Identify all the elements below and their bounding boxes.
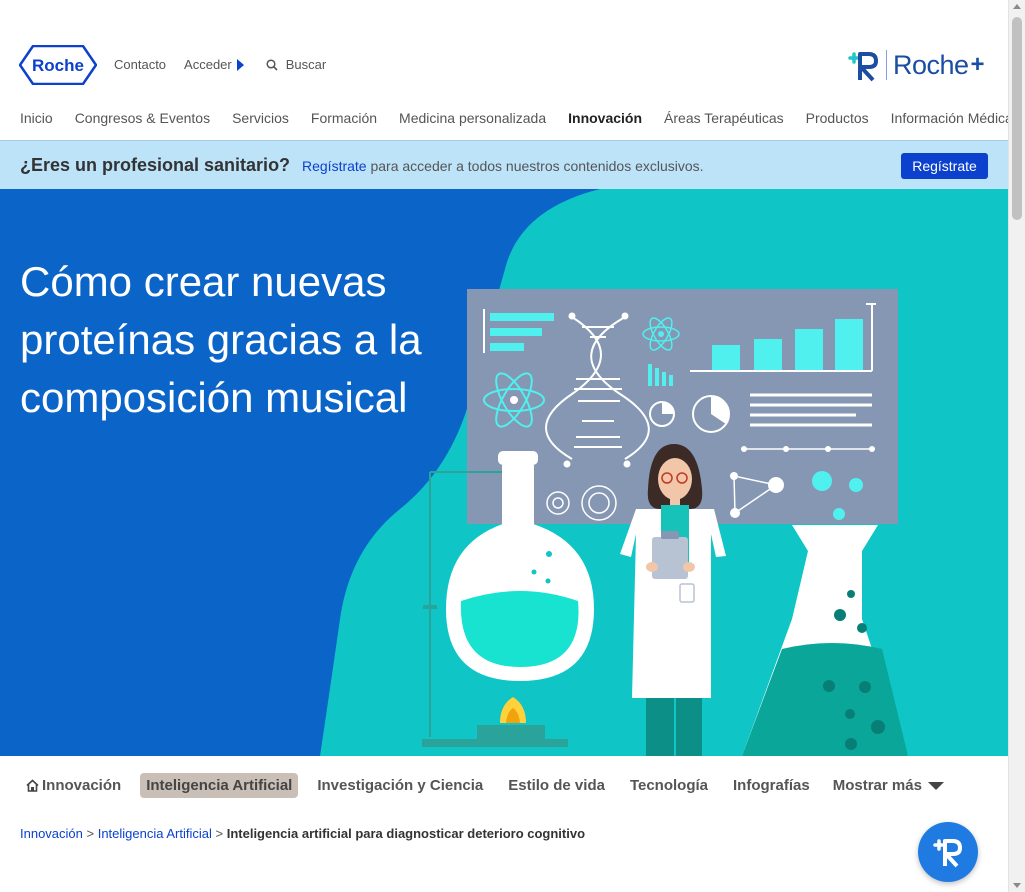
main-nav: Inicio Congresos & Eventos Servicios For… [20, 110, 1025, 126]
breadcrumb-current: Inteligencia artificial para diagnostica… [226, 826, 586, 841]
breadcrumb-separator: > [82, 826, 98, 841]
search-label: Buscar [285, 57, 327, 72]
nav-item-informacion-medica[interactable]: Información Médica [891, 110, 1013, 126]
nav-item-servicios[interactable]: Servicios [232, 110, 289, 126]
breadcrumb-inteligencia-artificial[interactable]: Inteligencia Artificial [98, 826, 212, 841]
register-link[interactable]: Regístrate [302, 158, 367, 174]
home-icon [26, 779, 39, 792]
acceder-label: Acceder [184, 57, 232, 72]
search-link[interactable]: Buscar [266, 57, 326, 72]
roche-plus-icon [933, 839, 962, 868]
roche-plus-icon [848, 52, 878, 82]
search-icon [266, 58, 278, 71]
scrollbar-thumb[interactable] [1012, 17, 1022, 220]
pro-message: Regístrate para acceder a todos nuestros… [302, 158, 704, 174]
roche-plus-floating-button[interactable] [918, 822, 978, 882]
roche-plus-plus: + [970, 51, 985, 78]
professional-banner: ¿Eres un profesional sanitario? Regístra… [0, 140, 1008, 189]
scroll-down-arrow-icon[interactable] [1013, 883, 1021, 888]
breadcrumb-innovacion[interactable]: Innovación [20, 826, 83, 841]
cutoff-text-line [120, 886, 370, 892]
hero-banner: Cómo crear nuevas proteínas gracias a la… [0, 189, 1008, 756]
nav-item-congresos[interactable]: Congresos & Eventos [75, 110, 210, 126]
top-links: Contacto Acceder Buscar [114, 57, 326, 72]
tab-investigacion-ciencia[interactable]: Investigación y Ciencia [311, 773, 489, 798]
nav-item-areas-terapeuticas[interactable]: Áreas Terapéuticas [664, 110, 784, 126]
roche-logo[interactable]: Roche [19, 45, 97, 85]
logo-divider [886, 50, 887, 80]
tab-estilo-de-vida[interactable]: Estilo de vida [502, 773, 611, 798]
tab-innovacion[interactable]: Innovación [20, 773, 127, 798]
show-more-label: Mostrar más [832, 777, 922, 794]
caret-right-icon [236, 58, 244, 71]
show-more-button[interactable]: Mostrar más [833, 777, 944, 794]
vertical-scrollbar[interactable] [1008, 0, 1025, 892]
nav-item-innovacion[interactable]: Innovación [568, 110, 642, 126]
breadcrumb-separator: > [211, 826, 227, 841]
contacto-link[interactable]: Contacto [114, 57, 166, 72]
acceder-link[interactable]: Acceder [184, 57, 244, 72]
roche-plus-logo[interactable]: Roche + [846, 48, 985, 82]
pro-message-text: para acceder a todos nuestros contenidos… [366, 158, 704, 174]
chevron-down-icon [927, 781, 944, 790]
hero-title: Cómo crear nuevas proteínas gracias a la… [20, 258, 422, 421]
nav-item-formacion[interactable]: Formación [311, 110, 377, 126]
roche-plus-name: Roche [893, 49, 969, 80]
tab-infografias[interactable]: Infografías [727, 773, 816, 798]
nav-item-productos[interactable]: Productos [806, 110, 869, 126]
tab-innovacion-label: Innovación [42, 777, 122, 794]
category-tabs: Innovación Inteligencia Artificial Inves… [20, 773, 944, 798]
register-button[interactable]: Regístrate [901, 153, 988, 179]
site-header: Roche Contacto Acceder Buscar Roche + In… [0, 0, 1013, 140]
breadcrumb: Innovación > Inteligencia Artificial > I… [20, 826, 585, 841]
tab-inteligencia-artificial[interactable]: Inteligencia Artificial [140, 773, 299, 798]
pro-question: ¿Eres un profesional sanitario? [20, 155, 291, 175]
nav-item-medicina-personalizada[interactable]: Medicina personalizada [399, 110, 546, 126]
tab-tecnologia[interactable]: Tecnología [624, 773, 714, 798]
nav-item-inicio[interactable]: Inicio [20, 110, 53, 126]
logo-text: Roche [32, 56, 84, 75]
scroll-up-arrow-icon[interactable] [1013, 4, 1021, 9]
